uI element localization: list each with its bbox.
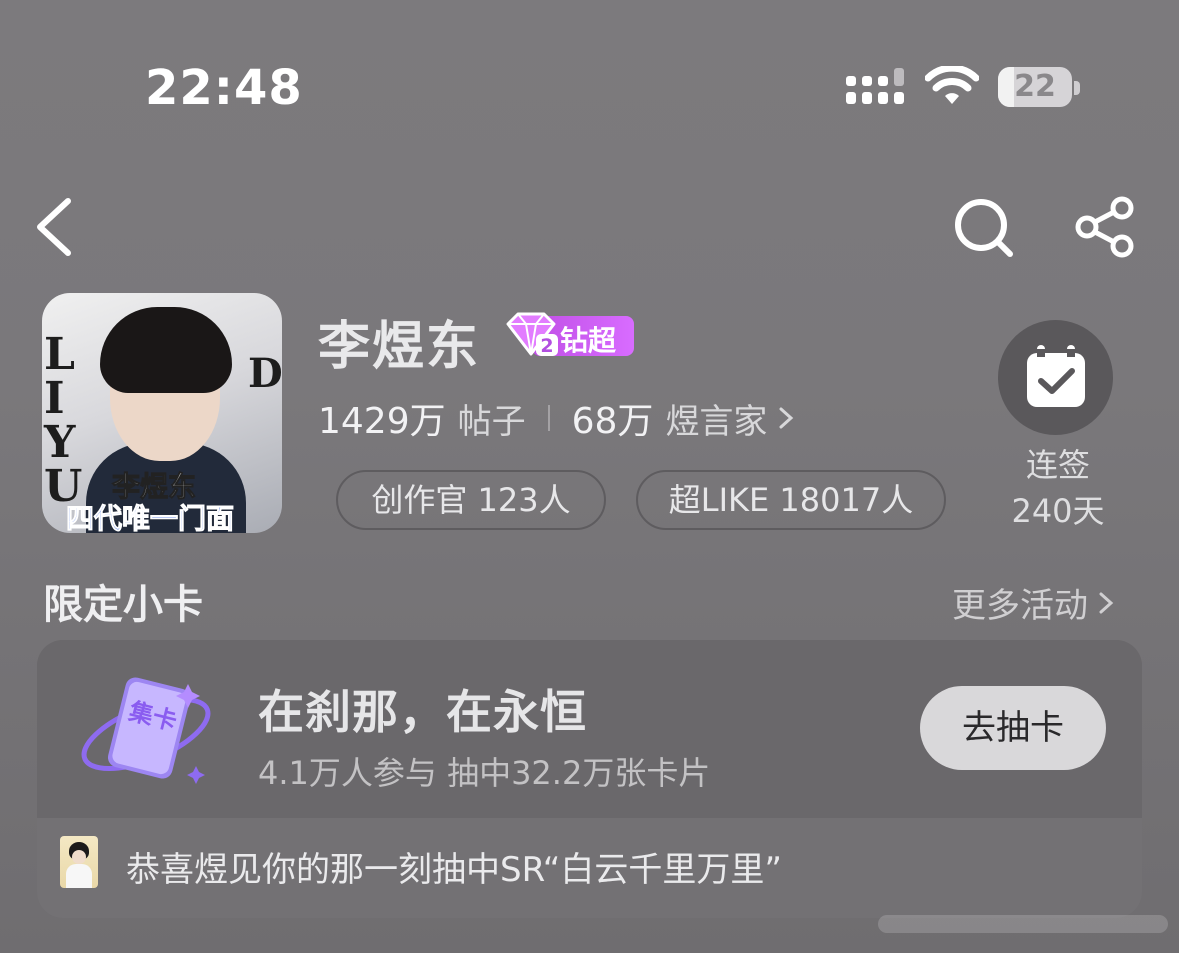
avatar-right-letters: DONG [248,350,282,397]
winner-avatar [60,836,98,888]
card-activity-subtitle: 4.1万人参与 抽中32.2万张卡片 [258,754,711,792]
back-chevron-icon[interactable] [30,195,80,259]
search-icon[interactable] [952,196,1016,260]
badge-label: 钻超 [560,324,617,357]
checkin-title: 连签 [1025,446,1090,484]
battery-icon: 22 [998,67,1082,109]
diamond-icon: 2 [506,312,558,357]
community-avatar[interactable]: LIYU DONG 李煜东 四代唯一门面 [42,293,282,533]
checkin-label: 连签 240天 [1000,442,1116,534]
chevron-right-icon [1099,592,1114,613]
status-time: 22:48 [145,60,303,116]
wifi-icon [925,66,979,104]
fans-label: 煜言家 [665,401,768,442]
battery-level: 22 [1014,69,1056,104]
signal-icon [846,68,904,104]
stats-divider [547,405,550,431]
checkin-button[interactable] [998,320,1113,435]
posts-count: 1429万 [318,401,446,442]
draw-card-button[interactable]: 去抽卡 [920,686,1106,770]
diamond-super-badge[interactable]: 2 钻超 [502,310,634,358]
section-title: 限定小卡 [43,582,203,628]
creator-pill[interactable]: 创作官 123人 [336,470,606,530]
share-icon[interactable] [1074,196,1136,258]
more-activities-link[interactable]: 更多活动 [952,578,1114,627]
chevron-right-icon [779,407,794,429]
watermark [878,915,1168,933]
fans-count: 68万 [571,401,654,442]
card-activity-title: 在刹那，在永恒 [258,685,587,739]
calendar-check-icon [1027,345,1085,407]
checkin-days: 240天 [1011,492,1105,530]
super-like-pill[interactable]: 超LIKE 18017人 [636,470,946,530]
page-title: 李煜东 [318,317,481,377]
badge-level: 2 [540,335,553,357]
avatar-side-letters: LIYU [44,329,83,512]
avatar-slogan: 四代唯一门面 [65,502,235,534]
stats-row[interactable]: 1429万 帖子 68万 煜言家 [318,392,795,444]
more-activities-label: 更多活动 [952,586,1088,626]
card-collect-icon: 集卡 [81,677,211,784]
posts-label: 帖子 [457,401,526,442]
draw-result-text: 恭喜煜见你的那一刻抽中SR“白云千里万里” [126,850,782,890]
